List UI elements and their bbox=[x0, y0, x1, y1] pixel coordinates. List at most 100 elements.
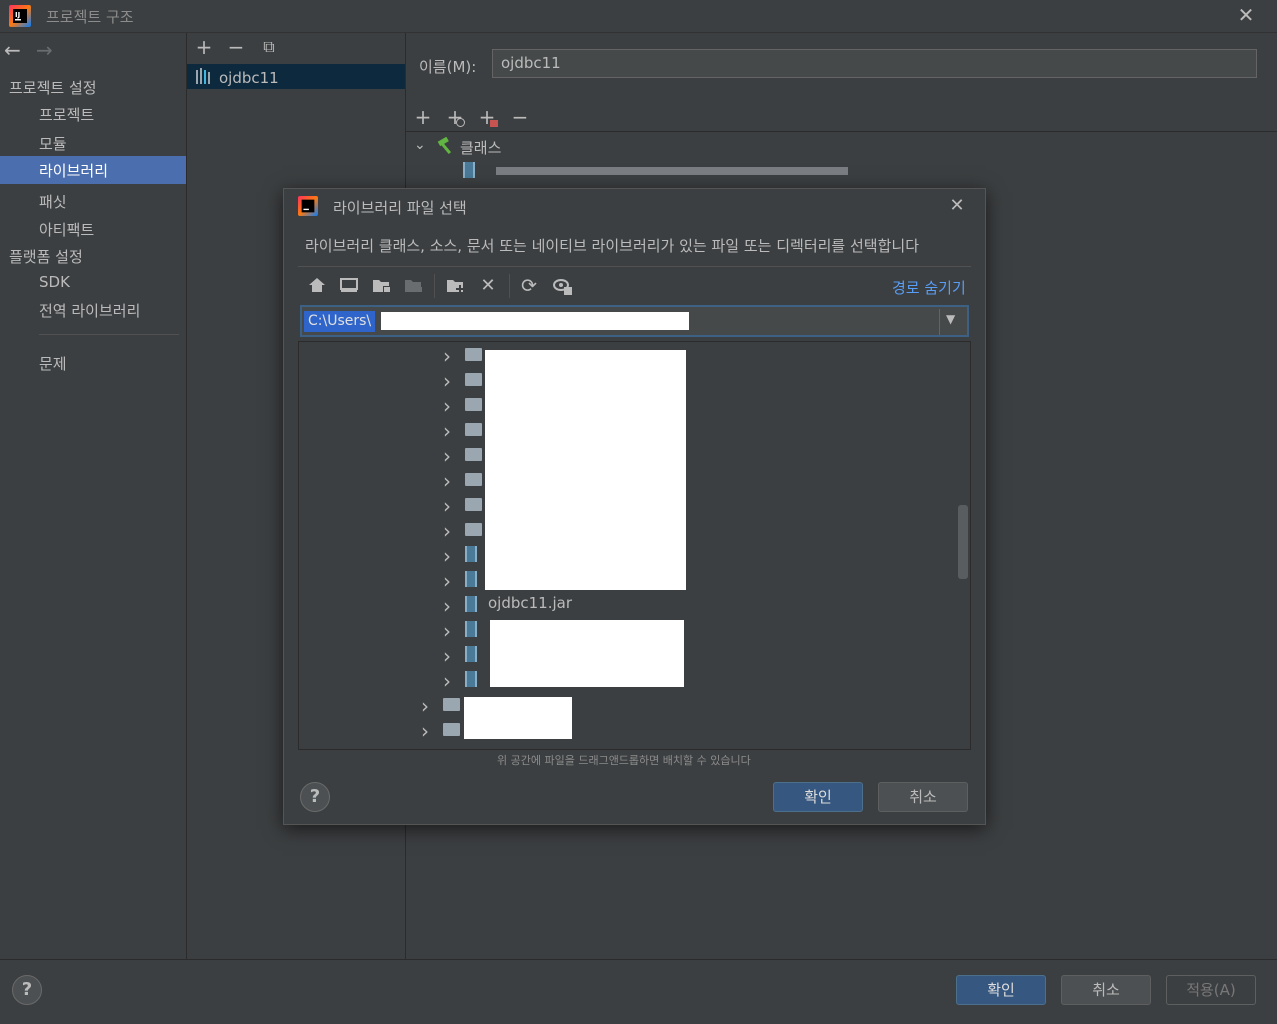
folder-icon bbox=[443, 698, 460, 711]
chevron-right-icon[interactable]: › bbox=[443, 494, 451, 518]
chevron-right-icon[interactable]: › bbox=[443, 369, 451, 393]
sidebar-item-libraries[interactable]: 라이브러리 bbox=[0, 156, 186, 184]
chevron-right-icon[interactable]: › bbox=[443, 544, 451, 568]
divider bbox=[434, 274, 435, 298]
chevron-right-icon[interactable]: › bbox=[443, 644, 451, 668]
jar-icon bbox=[465, 596, 477, 612]
remove-library-button[interactable]: − bbox=[225, 36, 247, 58]
divider bbox=[298, 266, 971, 267]
divider bbox=[39, 334, 179, 335]
close-dialog-button[interactable]: ✕ bbox=[946, 195, 968, 217]
module-folder-icon bbox=[405, 280, 422, 292]
back-arrow-icon[interactable]: ← bbox=[4, 38, 21, 62]
refresh-icon[interactable]: ⟳ bbox=[518, 275, 540, 297]
hide-path-link[interactable]: 경로 숨기기 bbox=[892, 277, 966, 298]
scrollbar-thumb[interactable] bbox=[958, 505, 968, 579]
folder-icon bbox=[465, 498, 482, 511]
remove-root-button[interactable]: − bbox=[509, 106, 531, 128]
divider bbox=[509, 274, 510, 298]
intellij-logo-icon: IJ bbox=[9, 5, 31, 27]
forward-arrow-icon[interactable]: → bbox=[36, 38, 53, 62]
sidebar-item-artifacts[interactable]: 아티팩트 bbox=[39, 219, 94, 240]
divider bbox=[406, 131, 1277, 132]
svg-text:IJ: IJ bbox=[15, 11, 20, 19]
sidebar-item-problems[interactable]: 문제 bbox=[39, 353, 67, 374]
chevron-right-icon[interactable]: › bbox=[443, 344, 451, 368]
sidebar-item-facets[interactable]: 패싯 bbox=[39, 191, 67, 212]
jar-icon bbox=[465, 571, 477, 587]
name-label: 이름(M): bbox=[419, 58, 477, 76]
divider bbox=[939, 309, 940, 335]
home-icon[interactable] bbox=[307, 276, 327, 294]
sidebar-item-modules[interactable]: 모듈 bbox=[39, 133, 67, 154]
chevron-right-icon[interactable]: › bbox=[443, 594, 451, 618]
dialog-cancel-button[interactable]: 취소 bbox=[878, 782, 968, 812]
folder-icon bbox=[465, 473, 482, 486]
jar-icon bbox=[465, 646, 477, 662]
new-folder-icon[interactable] bbox=[445, 276, 467, 294]
dialog-title: 라이브러리 파일 선택 bbox=[333, 199, 467, 217]
copy-library-button[interactable]: ⧉ bbox=[258, 36, 280, 58]
help-button[interactable]: ? bbox=[12, 975, 42, 1005]
dialog-description: 라이브러리 클래스, 소스, 문서 또는 네이티브 라이브러리가 있는 파일 또… bbox=[305, 237, 919, 255]
path-input[interactable]: C:\Users\ bbox=[304, 311, 376, 332]
show-hidden-icon[interactable] bbox=[552, 276, 574, 296]
redacted-region bbox=[464, 697, 572, 739]
drop-hint: 위 공간에 파일을 드래그앤드롭하면 배치할 수 있습니다 bbox=[497, 754, 751, 767]
folder-icon bbox=[443, 723, 460, 736]
chevron-right-icon[interactable]: › bbox=[443, 669, 451, 693]
chevron-right-icon[interactable]: › bbox=[443, 569, 451, 593]
chevron-right-icon[interactable]: › bbox=[443, 619, 451, 643]
delete-icon[interactable]: ✕ bbox=[477, 275, 499, 297]
chevron-right-icon[interactable]: › bbox=[443, 394, 451, 418]
sidebar-item-label: 라이브러리 bbox=[39, 162, 109, 180]
chevron-down-icon[interactable]: ⌄ bbox=[414, 137, 426, 153]
jar-icon bbox=[465, 671, 477, 687]
folder-icon bbox=[465, 448, 482, 461]
blurred-path bbox=[496, 167, 848, 175]
add-library-button[interactable]: + bbox=[193, 36, 215, 58]
apply-button[interactable]: 적용(A) bbox=[1166, 975, 1256, 1005]
sidebar-item-sdk[interactable]: SDK bbox=[39, 273, 70, 291]
intellij-logo-icon bbox=[298, 196, 318, 216]
chevron-right-icon[interactable]: › bbox=[443, 419, 451, 443]
cancel-button[interactable]: 취소 bbox=[1061, 975, 1151, 1005]
library-name-field[interactable]: ojdbc11 bbox=[492, 49, 1257, 78]
desktop-icon[interactable] bbox=[339, 276, 359, 294]
chevron-right-icon[interactable]: › bbox=[421, 719, 429, 743]
jar-icon bbox=[465, 546, 477, 562]
folder-icon bbox=[465, 373, 482, 386]
jar-icon bbox=[463, 162, 475, 178]
chevron-right-icon[interactable]: › bbox=[443, 519, 451, 543]
section-project-settings: 프로젝트 설정 bbox=[9, 79, 97, 97]
chevron-right-icon[interactable]: › bbox=[443, 444, 451, 468]
title-bar bbox=[0, 0, 1277, 33]
chevron-right-icon[interactable]: › bbox=[443, 469, 451, 493]
redacted-path bbox=[381, 312, 689, 330]
jar-badge-icon bbox=[490, 120, 498, 127]
dialog-help-button[interactable]: ? bbox=[300, 782, 330, 812]
folder-icon bbox=[465, 348, 482, 361]
link-icon bbox=[456, 118, 465, 127]
window-title: 프로젝트 구조 bbox=[46, 8, 134, 26]
add-root-button[interactable]: + bbox=[412, 106, 434, 128]
hammer-icon bbox=[437, 137, 452, 155]
dropdown-arrow-icon[interactable]: ▼ bbox=[946, 312, 955, 326]
redacted-region bbox=[490, 620, 684, 687]
project-folder-icon[interactable] bbox=[371, 276, 393, 294]
section-platform-settings: 플랫폼 설정 bbox=[9, 248, 83, 266]
tree-item-label[interactable]: ojdbc11.jar bbox=[488, 594, 572, 612]
sidebar-item-project[interactable]: 프로젝트 bbox=[39, 104, 94, 125]
library-list-item[interactable]: ojdbc11 bbox=[187, 64, 405, 89]
folder-icon bbox=[465, 423, 482, 436]
close-window-button[interactable]: ✕ bbox=[1236, 4, 1256, 26]
redacted-region bbox=[485, 350, 686, 590]
dialog-ok-button[interactable]: 확인 bbox=[773, 782, 863, 812]
jar-icon bbox=[465, 621, 477, 637]
classes-label: 클래스 bbox=[460, 139, 502, 157]
library-name: ojdbc11 bbox=[219, 69, 279, 87]
sidebar-item-global-libraries[interactable]: 전역 라이브러리 bbox=[39, 300, 140, 321]
chevron-right-icon[interactable]: › bbox=[421, 694, 429, 718]
library-icon bbox=[196, 68, 210, 84]
ok-button[interactable]: 확인 bbox=[956, 975, 1046, 1005]
